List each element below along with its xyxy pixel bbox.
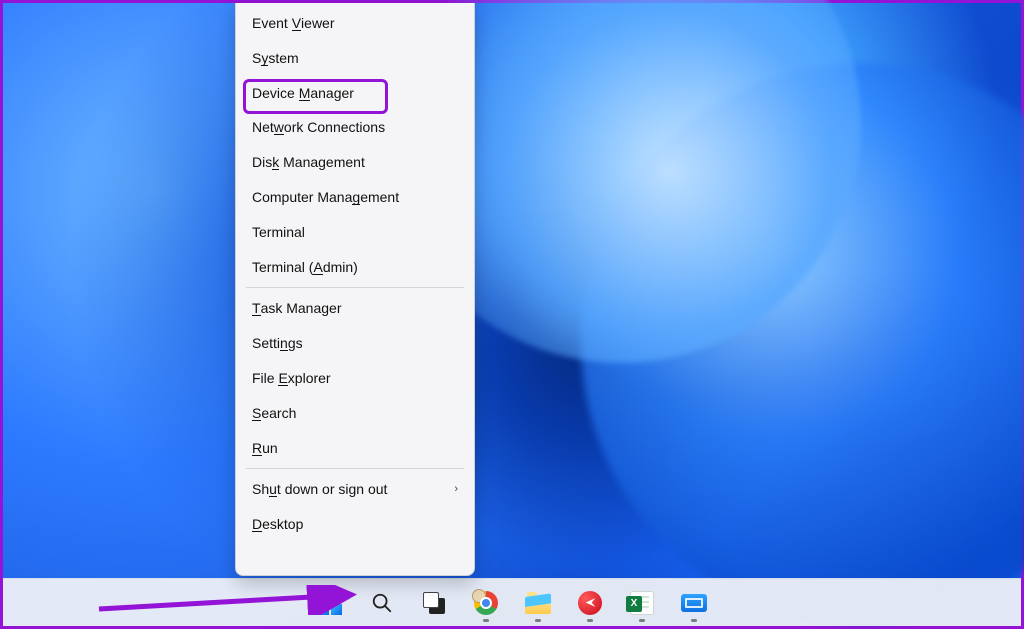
menu-item-network-connections[interactable]: Network Connections xyxy=(240,110,470,145)
menu-item-terminal[interactable]: Terminal xyxy=(240,215,470,250)
folder-icon xyxy=(525,592,551,614)
menu-separator xyxy=(246,287,464,288)
menu-item-file-explorer[interactable]: File Explorer xyxy=(240,361,470,396)
window-app-icon xyxy=(681,594,707,612)
menu-item-label: Task Manager xyxy=(252,300,342,317)
menu-item-label: Computer Management xyxy=(252,189,399,206)
menu-item-settings[interactable]: Settings xyxy=(240,326,470,361)
send-icon xyxy=(578,591,602,615)
menu-item-shut-down-or-sign-out[interactable]: Shut down or sign out › xyxy=(240,472,470,507)
menu-item-run[interactable]: Run xyxy=(240,431,470,466)
running-indicator xyxy=(639,619,645,622)
blue-app[interactable] xyxy=(674,583,714,623)
search-button[interactable] xyxy=(362,583,402,623)
desktop-wallpaper xyxy=(3,3,1021,626)
search-icon xyxy=(371,592,393,614)
chrome-icon xyxy=(474,591,498,615)
running-indicator xyxy=(691,619,697,622)
menu-item-desktop[interactable]: Desktop xyxy=(240,507,470,542)
menu-item-event-viewer[interactable]: Event Viewer xyxy=(240,6,470,41)
menu-item-device-manager[interactable]: Device Manager xyxy=(240,76,470,111)
menu-item-label: Device Manager xyxy=(252,85,354,102)
menu-item-label: System xyxy=(252,50,299,67)
excel-app[interactable]: X xyxy=(622,583,662,623)
submenu-arrow-icon: › xyxy=(454,483,458,496)
running-indicator xyxy=(483,619,489,622)
menu-item-disk-management[interactable]: Disk Management xyxy=(240,145,470,180)
taskbar: X xyxy=(3,578,1021,626)
menu-item-label: Terminal (Admin) xyxy=(252,259,358,276)
running-indicator xyxy=(587,619,593,622)
menu-item-label: Network Connections xyxy=(252,119,385,136)
menu-item-label: Event Viewer xyxy=(252,15,335,32)
menu-item-label: Search xyxy=(252,405,296,422)
chrome-app[interactable] xyxy=(466,583,506,623)
windows-start-icon xyxy=(318,591,342,615)
menu-item-label: Desktop xyxy=(252,516,303,533)
menu-item-label: File Explorer xyxy=(252,370,331,387)
task-view-icon xyxy=(423,592,445,614)
menu-item-label: Terminal xyxy=(252,224,305,241)
running-indicator xyxy=(535,619,541,622)
menu-item-label: Run xyxy=(252,440,278,457)
file-explorer-app[interactable] xyxy=(518,583,558,623)
menu-item-search[interactable]: Search xyxy=(240,396,470,431)
menu-item-computer-management[interactable]: Computer Management xyxy=(240,180,470,215)
menu-separator xyxy=(246,468,464,469)
menu-item-label: Shut down or sign out xyxy=(252,481,387,498)
task-view-button[interactable] xyxy=(414,583,454,623)
winx-context-menu: Event Viewer System Device Manager Network … xyxy=(235,3,475,576)
menu-item-system[interactable]: System xyxy=(240,41,470,76)
menu-item-label: Disk Management xyxy=(252,154,365,171)
menu-item-terminal-admin[interactable]: Terminal (Admin) xyxy=(240,250,470,285)
menu-item-task-manager[interactable]: Task Manager xyxy=(240,291,470,326)
menu-item-label: Settings xyxy=(252,335,303,352)
excel-icon: X xyxy=(630,591,654,615)
red-circle-app[interactable] xyxy=(570,583,610,623)
start-button[interactable] xyxy=(310,583,350,623)
